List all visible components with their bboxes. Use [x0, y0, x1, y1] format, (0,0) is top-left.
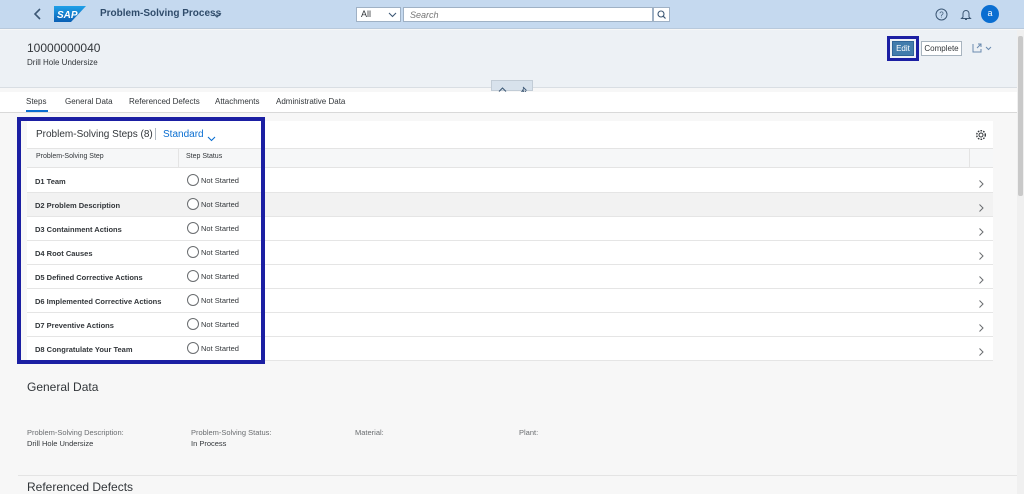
share-menu-button[interactable]: [970, 40, 994, 56]
object-id: 10000000040: [27, 41, 101, 55]
sap-logo[interactable]: SAP: [54, 6, 86, 22]
search-scope-select[interactable]: All: [356, 7, 401, 22]
chevron-right-icon: [977, 224, 985, 236]
field-value: Drill Hole Undersize: [27, 439, 94, 448]
chevron-down-icon: [388, 10, 397, 19]
settings-gear-icon[interactable]: [975, 128, 987, 141]
field-label: Problem-Solving Status:: [191, 428, 272, 437]
share-icon: [972, 43, 982, 53]
section-divider: [18, 475, 1018, 476]
header-toggle-bar: [491, 80, 534, 94]
edit-button[interactable]: Edit: [892, 41, 914, 56]
search-scope-value: All: [361, 9, 372, 19]
general-data-title: General Data: [27, 380, 99, 394]
search-icon[interactable]: [653, 7, 670, 22]
chevron-right-icon: [977, 320, 985, 332]
svg-text:?: ?: [939, 10, 944, 19]
tab-general-data[interactable]: General Data: [65, 97, 113, 106]
notification-bell-icon[interactable]: [960, 8, 972, 21]
chevron-down-icon[interactable]: [211, 8, 223, 20]
scrollbar-thumb[interactable]: [1018, 36, 1023, 196]
field-value: In Process: [191, 439, 227, 448]
tab-referenced-defects[interactable]: Referenced Defects: [129, 97, 200, 106]
user-avatar[interactable]: a: [981, 5, 999, 23]
chevron-right-icon: [977, 272, 985, 284]
chevron-right-icon: [977, 248, 985, 260]
app-title[interactable]: Problem-Solving Process: [100, 8, 221, 19]
tab-administrative-data[interactable]: Administrative Data: [276, 97, 345, 106]
chevron-right-icon: [977, 200, 985, 212]
field-label: Material:: [355, 428, 384, 437]
chevron-right-icon: [977, 176, 985, 188]
pin-header-icon[interactable]: [513, 81, 534, 94]
field-label: Plant:: [519, 428, 539, 437]
steps-highlight-box: [17, 117, 265, 364]
collapse-header-icon[interactable]: [492, 81, 513, 92]
object-subtitle: Drill Hole Undersize: [27, 58, 98, 67]
help-icon[interactable]: ?: [935, 8, 948, 21]
complete-button[interactable]: Complete: [921, 41, 962, 56]
tab-attachments[interactable]: Attachments: [215, 97, 259, 106]
column-divider: [969, 148, 970, 168]
svg-text:SAP: SAP: [57, 10, 78, 21]
chevron-right-icon: [977, 296, 985, 308]
active-tab-indicator: [26, 110, 48, 112]
field-label: Problem-Solving Description:: [27, 428, 124, 437]
tab-steps[interactable]: Steps: [26, 97, 46, 106]
referenced-defects-title: Referenced Defects: [27, 480, 134, 494]
back-icon[interactable]: [30, 6, 46, 22]
search-input[interactable]: [403, 7, 653, 22]
tab-bar: Steps General Data Referenced Defects At…: [0, 92, 1024, 113]
chevron-right-icon: [977, 344, 985, 356]
shell-bar: SAP Problem-Solving Process All ? a: [0, 0, 1024, 29]
